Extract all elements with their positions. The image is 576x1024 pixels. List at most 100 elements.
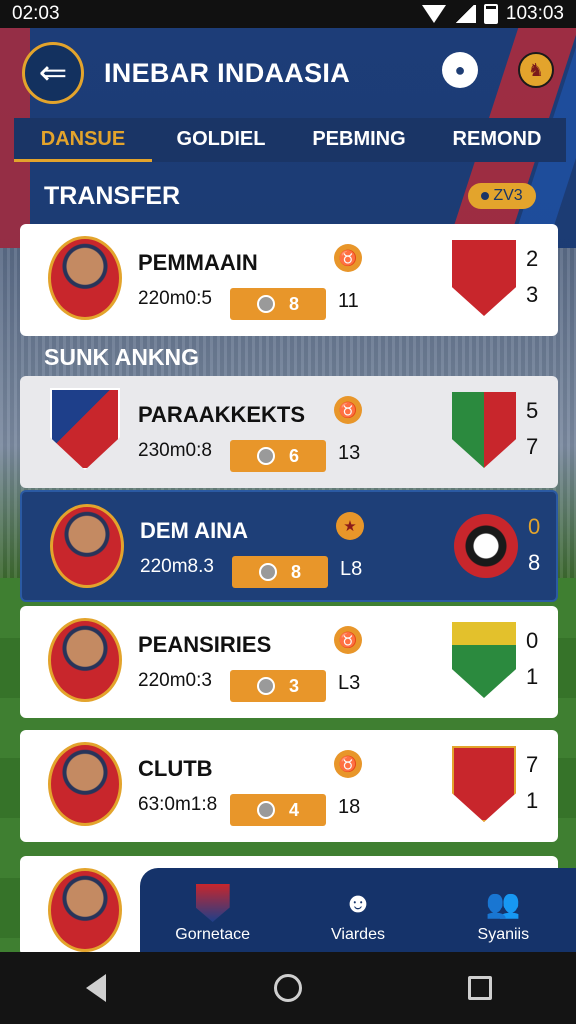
status-bar: 02:03 103:03 [0,0,576,28]
club-crest-icon [50,388,120,470]
item-stat: 220m0:5 [138,288,212,309]
tab-bar: DANSUE GOLDIEL PEBMING REMOND [14,118,566,162]
app-header: ⇐ INEBAR INDAASIA ● ♞ [0,28,576,120]
nav-label: Syaniis [477,926,530,943]
back-button[interactable]: ⇐ [22,42,84,104]
club-crest-icon [454,514,518,578]
page-title: INEBAR INDAASIA [104,58,351,88]
player-avatar [48,236,122,320]
arrow-left-icon: ⇐ [38,54,68,92]
tab-dansue[interactable]: DANSUE [14,118,152,162]
item-count: L8 [340,558,363,580]
status-badge[interactable]: ZV3 [468,183,536,209]
value-pill: 3 [230,670,326,702]
circle-home-icon [274,974,302,1002]
score-bottom: 1 [526,788,539,813]
tab-remond[interactable]: REMOND [428,118,566,162]
score-bottom: 7 [526,434,539,459]
coin-icon [256,447,275,465]
bull-icon: ♉ [334,396,362,424]
score-top: 2 [526,246,539,271]
list-item[interactable]: PEMMAAIN 220m0:5 8 11 ♉ 2 3 [20,224,558,336]
bull-icon: ♉ [334,244,362,272]
value-pill: 8 [230,288,326,320]
value-pill: 8 [232,556,328,588]
player-avatar [50,504,124,588]
pill-value: 4 [288,799,299,820]
nav-label: Viardes [331,926,385,943]
list-item[interactable]: DEM AINA 220m8.3 8 L8 ★ 0 8 [20,490,558,602]
section-title-transfer: TRANSFER [44,182,181,210]
pill-value: 3 [288,675,299,696]
tab-pebming[interactable]: PEBMING [290,118,428,162]
badge-label: ZV3 [493,187,523,204]
player-avatar [48,868,122,952]
item-stat: 63:0m1:8 [138,794,218,815]
club-crest-icon [452,746,516,822]
list-item[interactable]: PARAAKKEKTS 230m0:8 6 13 ♉ 5 7 [20,376,558,488]
coin-icon [256,677,275,695]
item-name: PEANSIRIES [138,632,272,657]
users-icon: 👥 [485,887,521,919]
item-name: PARAAKKEKTS [138,402,306,427]
nav-item-viardes[interactable]: ☻ Viardes [293,884,423,944]
triangle-back-icon [86,974,106,1002]
pill-value: 8 [288,293,299,314]
item-count: 18 [338,796,361,818]
coin-icon [258,563,277,581]
item-stat: 220m8.3 [140,556,214,577]
coin-icon [256,801,275,819]
player-avatar [48,618,122,702]
team-mascot-icon[interactable]: ♞ [518,52,554,88]
item-stat: 220m0:3 [138,670,212,691]
item-count: L3 [338,672,361,694]
item-stat: 230m0:8 [138,440,212,461]
score-bottom: 1 [526,664,539,689]
section-title-ranking: SUNK ANKNG [44,344,200,370]
nav-label: Gornetace [175,926,251,943]
pill-value: 8 [290,561,301,582]
shield-icon [195,884,230,922]
bottom-navigation: Gornetace ☻ Viardes 👥 Syaniis [140,868,576,952]
nav-item-gornetace[interactable]: Gornetace [148,884,278,944]
wifi-icon [421,5,446,23]
item-name: CLUTB [138,756,213,781]
bull-icon: ♉ [334,750,362,778]
club-crest-icon [452,622,516,698]
tab-goldiel[interactable]: GOLDIEL [152,118,290,162]
battery-icon [483,4,498,24]
clock-left: 02:03 [12,3,60,24]
value-pill: 4 [230,794,326,826]
item-name: DEM AINA [140,518,248,543]
list-item[interactable]: CLUTB 63:0m1:8 4 18 ♉ 7 1 [20,730,558,842]
value-pill: 6 [230,440,326,472]
system-recents-button[interactable] [460,968,500,1008]
mascot-icon: ★ [336,512,364,540]
score-top: 0 [526,628,539,653]
chat-icon[interactable]: ● [442,52,478,88]
item-name: PEMMAAIN [138,250,258,275]
bull-icon: ♉ [334,626,362,654]
square-recents-icon [468,976,492,1000]
score-top: 0 [528,514,541,539]
coin-icon [256,295,275,313]
nav-item-syaniis[interactable]: 👥 Syaniis [438,884,568,944]
list-item[interactable]: PEANSIRIES 220m0:3 3 L3 ♉ 0 1 [20,606,558,718]
system-back-button[interactable] [76,968,116,1008]
item-count: 11 [338,290,359,312]
score-top: 5 [526,398,539,423]
pill-value: 6 [288,445,299,466]
mascot-icon: ☻ [343,887,373,918]
system-home-button[interactable] [268,968,308,1008]
score-top: 7 [526,752,539,777]
system-navigation-bar [0,952,576,1024]
dot-icon [481,192,490,200]
score-bottom: 8 [528,550,541,575]
player-avatar [48,742,122,826]
clock-right: 103:03 [505,3,564,24]
club-crest-icon [452,392,516,468]
score-bottom: 3 [526,282,539,307]
signal-icon [453,5,476,23]
item-count: 13 [338,442,361,464]
club-crest-icon [452,240,516,316]
